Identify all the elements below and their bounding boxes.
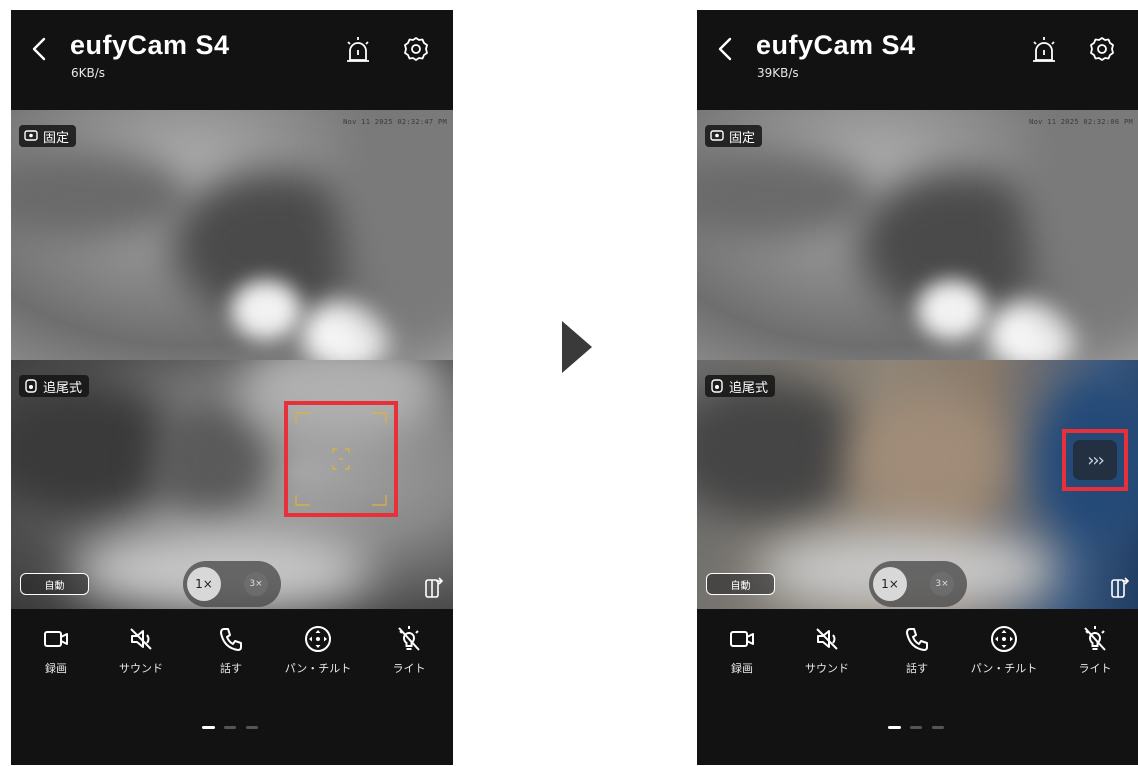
phone-screen-after: eufyCam S4 39KB/s Nov 11 2025 02:32:06 P… [697,10,1138,765]
blur-shape [917,280,987,340]
blur-shape [151,400,271,520]
record-control[interactable]: 録画 [697,624,787,676]
tracking-camera-feed[interactable]: 追尾式 ››› 自動 1× 3× [697,360,1138,609]
page-dot [932,726,944,729]
blur-shape [697,150,877,240]
tracking-camera-label: 追尾式 [729,380,769,396]
fixed-camera-label: 固定 [43,130,70,146]
chevron-left-icon[interactable] [29,36,51,62]
phone-screen-before: eufyCam S4 6KB/s Nov 11 2025 02:32:47 PM… [11,10,453,765]
phone-icon [906,628,928,651]
fixed-camera-tag: 固定 [705,125,763,147]
zoom-1x-button[interactable]: 1× [187,567,221,601]
feed-timestamp: Nov 11 2025 02:32:47 PM [343,118,447,126]
fixed-camera-feed[interactable]: Nov 11 2025 02:32:06 PM 固定 [697,110,1138,360]
zoom-3x-button[interactable]: 3× [244,572,268,596]
siren-icon[interactable] [1031,36,1057,64]
record-label: 録画 [731,662,753,675]
bitrate-readout: 6KB/s [71,66,106,80]
zoom-1x-button[interactable]: 1× [873,567,907,601]
siren-icon[interactable] [345,36,371,64]
split-view-icon[interactable] [425,577,444,599]
control-bar: 録画 サウンド 話す パン・チルト ライト [11,624,453,704]
speaker-mute-icon [816,628,838,650]
page-dot-active [888,726,901,729]
page-dot [246,726,258,729]
page-dot [910,726,922,729]
blur-shape [231,280,301,340]
record-control[interactable]: 録画 [11,624,101,676]
zoom-3x-button[interactable]: 3× [930,572,954,596]
video-camera-icon [44,631,68,647]
tracking-camera-tag: 追尾式 [705,375,776,397]
sound-control[interactable]: サウンド [96,624,186,676]
sound-label: サウンド [119,662,163,675]
app-header: eufyCam S4 6KB/s [11,10,453,110]
gear-icon[interactable] [403,36,429,62]
light-label: ライト [392,662,426,675]
app-header: eufyCam S4 39KB/s [697,10,1138,110]
gear-icon[interactable] [1089,36,1115,62]
phone-icon [220,628,242,651]
fixed-camera-icon [710,130,724,141]
focus-frame-icon [295,412,387,506]
fixed-camera-tag: 固定 [19,125,77,147]
zoom-toggle[interactable]: 1× 3× [183,561,281,607]
bitrate-readout: 39KB/s [757,66,799,80]
fixed-camera-feed[interactable]: Nov 11 2025 02:32:47 PM 固定 [11,110,453,360]
page-indicator [888,726,948,730]
pan-tilt-icon [991,626,1017,652]
play-triangle-icon [562,321,592,373]
fixed-camera-label: 固定 [729,130,756,146]
record-label: 録画 [45,662,67,675]
zoom-toggle[interactable]: 1× 3× [869,561,967,607]
tracking-camera-tag: 追尾式 [19,375,90,397]
page-dot-active [202,726,215,729]
blur-shape [11,150,191,240]
device-title: eufyCam S4 [756,30,916,60]
talk-label: 話す [220,662,242,675]
light-off-icon [1084,626,1106,651]
auto-mode-button[interactable]: 自動 [706,573,775,595]
light-off-icon [398,626,420,651]
light-label: ライト [1078,662,1112,675]
sound-label: サウンド [805,662,849,675]
speaker-mute-icon [130,628,152,650]
highlight-forward-frame: ››› [1062,429,1128,491]
blur-shape [847,390,1007,530]
sound-control[interactable]: サウンド [782,624,872,676]
pan-tilt-control[interactable]: パン・チルト [959,624,1049,676]
tracking-camera-label: 追尾式 [43,380,83,396]
video-camera-icon [730,631,754,647]
talk-control[interactable]: 話す [872,624,962,676]
pan-tilt-control[interactable]: パン・チルト [273,624,363,676]
page-dot [224,726,236,729]
feed-timestamp: Nov 11 2025 02:32:06 PM [1029,118,1133,126]
fixed-camera-icon [24,130,38,141]
light-control[interactable]: ライト [364,624,453,676]
chevron-left-icon[interactable] [715,36,737,62]
light-control[interactable]: ライト [1050,624,1138,676]
pan-tilt-icon [305,626,331,652]
control-bar: 録画 サウンド 話す パン・チルト ライト [697,624,1138,704]
device-title: eufyCam S4 [70,30,230,60]
ptz-camera-icon [711,379,723,393]
page-indicator [202,726,262,730]
pan-tilt-label: パン・チルト [970,662,1038,675]
ptz-camera-icon [25,379,37,393]
talk-label: 話す [906,662,928,675]
talk-control[interactable]: 話す [186,624,276,676]
tracking-camera-feed[interactable]: 追尾式 自動 1× 3× [11,360,453,609]
split-view-icon[interactable] [1111,577,1130,599]
pan-forward-button[interactable]: ››› [1073,440,1117,480]
blur-shape [697,380,867,520]
auto-mode-button[interactable]: 自動 [20,573,89,595]
highlight-focus-frame[interactable] [284,401,398,517]
pan-tilt-label: パン・チルト [284,662,352,675]
